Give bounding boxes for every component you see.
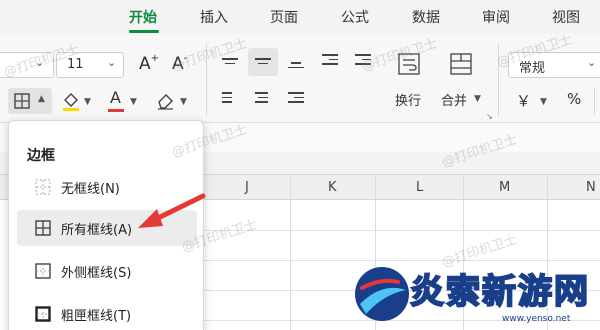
tab-view[interactable]: 视图 (552, 7, 580, 27)
align-top-icon[interactable] (222, 58, 238, 67)
align-left-icon[interactable] (222, 92, 232, 106)
thick-box-border-icon (35, 306, 51, 322)
tab-home[interactable]: 开始 (129, 7, 157, 27)
column-header-l[interactable]: L (416, 180, 423, 195)
menu-item-all-borders[interactable]: 所有框线(A) (17, 210, 197, 246)
grid-line (200, 260, 600, 261)
ribbon-tabs: 开始 插入 页面 公式 数据 审阅 视图 (0, 0, 600, 34)
menu-item-thick-box-border[interactable]: 粗匣框线(T) (17, 296, 197, 330)
percent-button[interactable]: % (567, 90, 581, 108)
dialog-launcher-icon[interactable]: ↘ (486, 112, 493, 121)
menu-item-label: 粗匣框线(T) (61, 309, 132, 324)
menu-item-outside-borders[interactable]: 外侧框线(S) (17, 253, 197, 289)
currency-button[interactable]: ￥ (516, 90, 531, 111)
tab-review[interactable]: 审阅 (482, 7, 510, 27)
column-header-j[interactable]: J (245, 180, 249, 195)
chevron-down-icon[interactable]: ▼ (474, 94, 481, 104)
chevron-down-icon: ⌄ (587, 56, 597, 69)
font-color-icon[interactable]: A (110, 88, 121, 107)
all-borders-icon (14, 93, 30, 109)
tab-insert[interactable]: 插入 (200, 7, 228, 27)
align-right-icon[interactable] (288, 92, 304, 106)
tab-formula[interactable]: 公式 (341, 7, 369, 27)
chevron-down-icon[interactable]: ▼ (130, 97, 137, 107)
eraser-icon[interactable] (155, 90, 175, 110)
borders-button[interactable]: ▲ (8, 88, 52, 114)
chevron-down-icon: ⌄ (107, 56, 117, 69)
menu-item-label: 外侧框线(S) (61, 266, 132, 281)
menu-item-label: 所有框线(A) (61, 223, 133, 238)
logo-url: www.yenso.net (502, 314, 571, 324)
logo-swoosh-icon (355, 267, 409, 321)
align-center-icon[interactable] (255, 92, 268, 106)
tab-data[interactable]: 数据 (412, 7, 440, 27)
site-logo: 炎索新游网 www.yenso.net (352, 262, 600, 330)
column-header-m[interactable]: M (499, 180, 510, 195)
fill-color-icon[interactable] (62, 90, 80, 112)
outside-borders-icon (35, 263, 51, 279)
chevron-up-icon: ▲ (38, 94, 45, 104)
merge-label[interactable]: 合并 (441, 90, 467, 109)
decrease-indent-icon[interactable] (322, 54, 338, 68)
merge-cells-icon[interactable] (449, 52, 473, 76)
column-header-k[interactable]: K (328, 180, 337, 195)
chevron-down-icon[interactable]: ▼ (84, 97, 91, 107)
column-header-n[interactable]: N (586, 180, 596, 195)
grid-line (290, 174, 291, 330)
active-tab-indicator (129, 30, 159, 33)
align-middle-icon (255, 58, 271, 67)
tab-page[interactable]: 页面 (270, 7, 298, 27)
increase-font-button[interactable]: A+ (139, 53, 159, 74)
all-borders-icon (35, 220, 51, 236)
font-color-swatch (108, 109, 124, 112)
logo-text: 炎索新游网 (409, 271, 590, 313)
wrap-text-label[interactable]: 换行 (395, 90, 421, 109)
grid-line (200, 230, 600, 231)
menu-title: 边框 (27, 148, 55, 164)
menu-item-no-border[interactable]: 无框线(N) (17, 169, 197, 205)
chevron-down-icon[interactable]: ▼ (180, 97, 187, 107)
menu-item-label: 无框线(N) (61, 182, 120, 197)
align-bottom-icon[interactable] (288, 62, 304, 71)
no-border-icon (35, 179, 51, 195)
divider (594, 88, 595, 114)
chevron-down-icon[interactable]: ▼ (540, 97, 547, 107)
